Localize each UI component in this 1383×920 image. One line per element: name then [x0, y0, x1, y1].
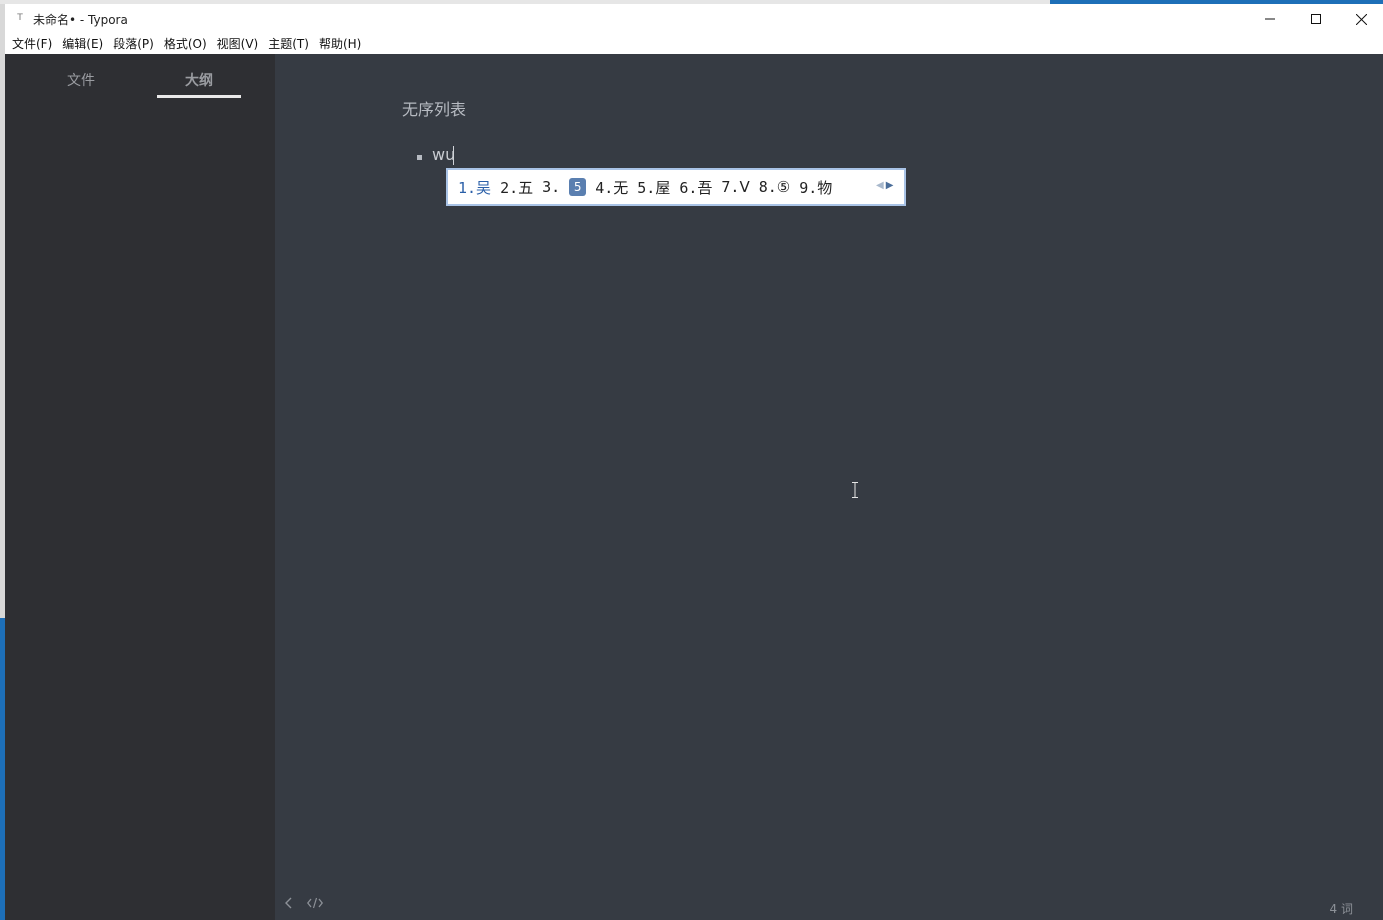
ime-prev-page-icon[interactable]: ◀	[876, 180, 884, 191]
menu-format[interactable]: 格式(O)	[163, 34, 208, 54]
ime-candidate-7[interactable]: 7.Ⅴ	[721, 178, 749, 196]
ime-candidate-3[interactable]: 3. 5	[542, 177, 587, 197]
window-title: 未命名• - Typora	[33, 13, 128, 27]
text-caret	[453, 146, 454, 165]
menu-edit[interactable]: 编辑(E)	[61, 34, 104, 54]
maximize-button[interactable]	[1293, 4, 1339, 34]
ime-candidate-5[interactable]: 5.屋	[637, 177, 670, 198]
toggle-sidebar-button[interactable]	[285, 897, 293, 913]
ime-candidate-2[interactable]: 2.五	[500, 177, 533, 198]
typora-window: T 未命名• - Typora 文件(F) 编辑(E) 段落(P) 格式(O) …	[5, 4, 1383, 920]
ime-candidate-9[interactable]: 9.物	[799, 177, 832, 198]
tab-files[interactable]: 文件	[39, 70, 123, 90]
list-bullet	[417, 155, 422, 160]
close-button[interactable]	[1338, 4, 1383, 34]
chevron-left-icon	[285, 897, 292, 909]
menu-bar: 文件(F) 编辑(E) 段落(P) 格式(O) 视图(V) 主题(T) 帮助(H…	[5, 34, 1383, 54]
typora-app-icon: T	[17, 13, 23, 23]
minimize-icon	[1265, 18, 1275, 20]
list-item-text[interactable]: wu	[432, 145, 455, 164]
ime-candidate-1[interactable]: 1.吴	[458, 177, 491, 198]
menu-theme[interactable]: 主题(T)	[267, 34, 310, 54]
ime-candidate-6[interactable]: 6.吾	[679, 177, 712, 198]
footer-toolbar	[285, 897, 337, 913]
minimize-button[interactable]	[1247, 4, 1293, 34]
source-code-mode-button[interactable]	[306, 897, 324, 913]
ime-candidate-4[interactable]: 4.无	[595, 177, 628, 198]
ime-candidate-3-label: 3.	[542, 177, 561, 196]
tab-outline[interactable]: 大纲	[157, 70, 241, 90]
word-count[interactable]: 4 词	[1330, 900, 1353, 917]
ime-next-page-icon[interactable]: ▶	[886, 180, 894, 191]
menu-file[interactable]: 文件(F)	[11, 34, 53, 54]
sidebar: 文件 大纲	[5, 54, 275, 920]
i-beam-cursor-icon	[851, 482, 859, 502]
editor-area[interactable]: 无序列表 wu 1.吴 2.五 3. 5 4.无 5.屋 6.吾 7.Ⅴ 8.⑤…	[275, 54, 1383, 920]
screen: T 未命名• - Typora 文件(F) 编辑(E) 段落(P) 格式(O) …	[0, 0, 1383, 920]
active-tab-indicator	[157, 95, 241, 98]
ime-candidate-popup: 1.吴 2.五 3. 5 4.无 5.屋 6.吾 7.Ⅴ 8.⑤ 9.物 ◀ ▶	[446, 168, 906, 206]
maximize-icon	[1311, 14, 1321, 24]
ime-candidate-8[interactable]: 8.⑤	[759, 178, 791, 196]
ime-page-arrows: ◀ ▶	[875, 180, 894, 191]
ime-candidate-list: 1.吴 2.五 3. 5 4.无 5.屋 6.吾 7.Ⅴ 8.⑤ 9.物	[458, 170, 841, 204]
code-icon	[306, 897, 324, 909]
document-heading[interactable]: 无序列表	[402, 96, 466, 120]
menu-help[interactable]: 帮助(H)	[318, 34, 362, 54]
title-bar[interactable]: T 未命名• - Typora	[5, 4, 1383, 34]
menu-view[interactable]: 视图(V)	[216, 34, 260, 54]
menu-paragraph[interactable]: 段落(P)	[112, 34, 155, 54]
ime-candidate-3-badge: 5	[569, 178, 587, 197]
close-icon	[1355, 13, 1367, 25]
